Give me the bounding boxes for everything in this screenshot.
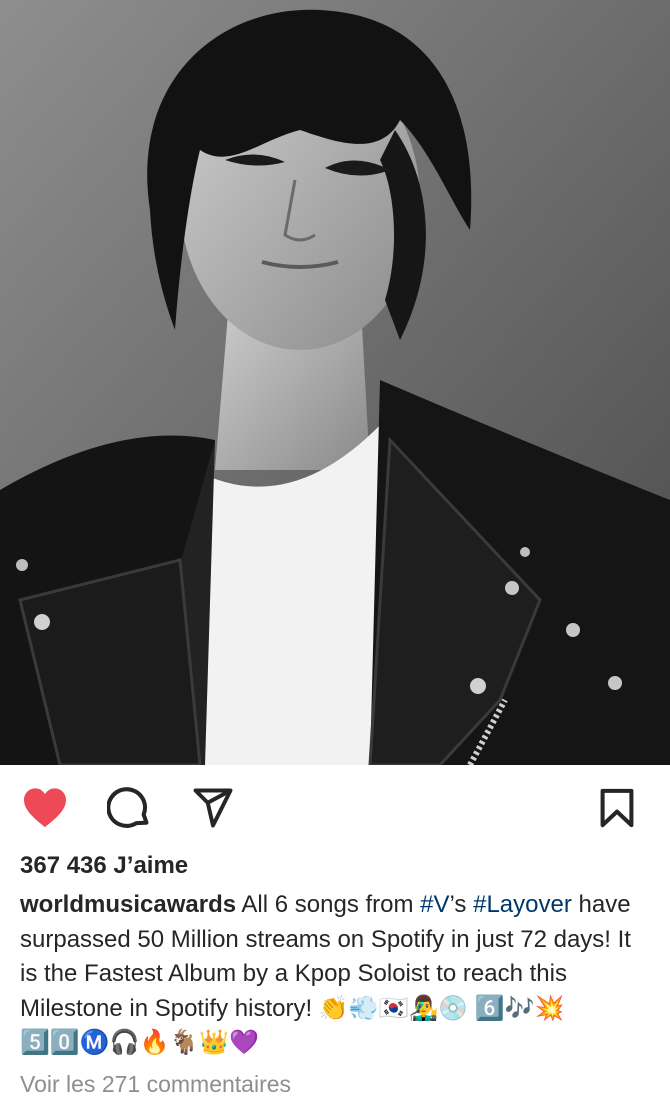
heart-icon [24, 788, 66, 828]
bookmark-icon [600, 788, 634, 828]
share-button[interactable] [190, 785, 236, 831]
portrait-photo [0, 0, 670, 765]
post-caption: worldmusicawards All 6 songs from #V’s #… [20, 888, 652, 1061]
post-image[interactable] [0, 0, 670, 765]
hashtag-link[interactable]: #Layover [473, 891, 572, 918]
view-comments-link[interactable]: Voir les 271 commentaires [20, 1071, 291, 1098]
comment-bubble-icon [107, 787, 149, 828]
likes-count[interactable]: 367 436 J’aime [20, 852, 188, 880]
hashtag-link[interactable]: #V [420, 891, 449, 918]
caption-text: ’s [449, 891, 474, 918]
post-actions-bar [0, 765, 670, 851]
paper-plane-icon [193, 788, 233, 828]
caption-username[interactable]: worldmusicawards [20, 891, 236, 918]
like-button[interactable] [22, 785, 68, 831]
comment-button[interactable] [106, 785, 152, 831]
save-button[interactable] [594, 785, 640, 831]
caption-text: All 6 songs from [236, 891, 421, 918]
